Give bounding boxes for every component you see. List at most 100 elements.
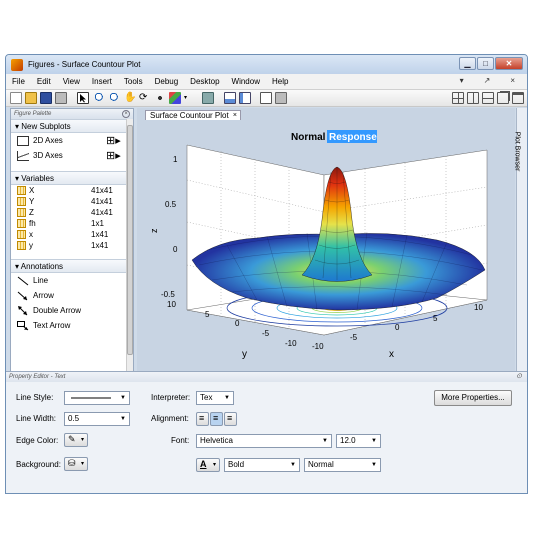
palette-scroll-thumb[interactable]	[127, 125, 133, 355]
chevron-down-icon: ▼	[371, 438, 377, 444]
interpreter-dropdown[interactable]: Tex ▼	[196, 391, 234, 405]
select-arrow-icon[interactable]	[77, 92, 89, 104]
line-icon	[17, 276, 29, 285]
font-name-dropdown[interactable]: Helvetica ▼	[196, 434, 332, 448]
save-icon[interactable]	[40, 92, 52, 104]
text-color-button[interactable]: A ▾	[196, 458, 220, 472]
legend-icon[interactable]	[239, 92, 251, 104]
chevron-down-icon: ▼	[120, 395, 126, 401]
variable-name: Y	[29, 197, 35, 206]
menu-insert[interactable]: Insert	[86, 77, 118, 86]
menu-dropdown-icon[interactable]: ▾	[454, 76, 470, 85]
rotate-3d-icon[interactable]: ⟳	[139, 92, 151, 104]
menu-desktop[interactable]: Desktop	[184, 77, 225, 86]
variable-icon	[17, 197, 26, 206]
interpreter-value: Tex	[200, 393, 213, 402]
menu-edit[interactable]: Edit	[31, 77, 57, 86]
line-width-dropdown[interactable]: 0.5 ▼	[64, 412, 130, 426]
variable-row[interactable]: Y 41x41	[11, 196, 133, 207]
y-tick-label: 0	[235, 319, 240, 328]
variable-row[interactable]: y 1x41	[11, 240, 133, 251]
menu-file[interactable]: File	[6, 77, 31, 86]
line-style-dropdown[interactable]: ▼	[64, 391, 130, 405]
annotation-arrow[interactable]: Arrow	[11, 288, 133, 303]
variables-header: Variables	[21, 174, 55, 183]
figure-palette-header: Figure Palette ×	[11, 109, 133, 119]
subplot-2d-axes[interactable]: 2D Axes ⊞▸	[11, 133, 133, 148]
text-color-icon: A	[200, 459, 207, 469]
font-weight-dropdown[interactable]: Bold ▼	[224, 458, 300, 472]
title-bar: Figures - Surface Countour Plot ▁ □ ✕	[6, 55, 527, 74]
brush-dropdown-icon[interactable]: ▾	[184, 92, 196, 104]
variable-row[interactable]: X 41x41	[11, 185, 133, 196]
float-layout-icon[interactable]	[497, 92, 509, 104]
x-tick-label: 0	[395, 323, 400, 332]
tile-layout-icon[interactable]	[452, 92, 464, 104]
plot-browser-label: Plot Browser	[513, 131, 521, 172]
interpreter-label: Interpreter:	[151, 393, 191, 402]
menu-view[interactable]: View	[57, 77, 86, 86]
maximize-button[interactable]: □	[477, 57, 494, 70]
variable-row[interactable]: x 1x41	[11, 229, 133, 240]
plot-browser-tab[interactable]: Plot Browser	[513, 108, 527, 415]
pan-hand-icon[interactable]: ✋	[124, 92, 136, 104]
link-plot-icon[interactable]	[202, 92, 214, 104]
figure-palette-title: Figure Palette	[14, 111, 52, 117]
new-figure-icon[interactable]	[10, 92, 22, 104]
data-cursor-icon[interactable]	[154, 92, 166, 104]
menu-window[interactable]: Window	[226, 77, 266, 86]
close-palette-icon[interactable]: ×	[122, 110, 130, 118]
align-right-button[interactable]: ≡	[224, 412, 237, 426]
variable-row[interactable]: fh 1x1	[11, 218, 133, 229]
undock-icon[interactable]: ↗	[478, 76, 497, 85]
menu-debug[interactable]: Debug	[149, 77, 185, 86]
hide-plot-tools-icon[interactable]	[260, 92, 272, 104]
zoom-out-icon[interactable]	[109, 92, 121, 104]
align-right-icon: ≡	[227, 413, 233, 423]
close-button[interactable]: ✕	[495, 57, 523, 70]
tab-label: Surface Countour Plot	[150, 111, 229, 120]
z-axis-label: z	[149, 228, 159, 233]
grid-layout-icon[interactable]: ⊞▸	[106, 134, 121, 147]
line-width-label: Line Width:	[16, 414, 57, 423]
background-color-button[interactable]: ⛁ ▾	[64, 457, 88, 471]
brush-icon[interactable]	[169, 92, 181, 104]
chevron-down-icon: ▼	[371, 462, 377, 468]
variable-row[interactable]: Z 41x41	[11, 207, 133, 218]
annotations-section[interactable]: ▾ Annotations	[11, 259, 133, 273]
font-size-dropdown[interactable]: 12.0 ▼	[336, 434, 381, 448]
menu-close-icon[interactable]: ×	[504, 76, 521, 85]
edge-color-button[interactable]: ✎ ▾	[64, 433, 88, 447]
colorbar-icon[interactable]	[224, 92, 236, 104]
annotation-double-arrow[interactable]: Double Arrow	[11, 303, 133, 318]
top-bottom-layout-icon[interactable]	[482, 92, 494, 104]
annotation-text-arrow[interactable]: Text Arrow	[11, 318, 133, 333]
menu-help[interactable]: Help	[266, 77, 294, 86]
align-center-button[interactable]: ≡	[210, 412, 223, 426]
x-tick-label: 5	[433, 314, 438, 323]
left-right-layout-icon[interactable]	[467, 92, 479, 104]
show-plot-tools-icon[interactable]	[275, 92, 287, 104]
font-angle-dropdown[interactable]: Normal ▼	[304, 458, 381, 472]
plot-title-highlight[interactable]: Response	[329, 132, 377, 143]
variable-size: 1x1	[91, 219, 104, 228]
variables-section[interactable]: ▾ Variables	[11, 171, 133, 185]
subplot-3d-axes[interactable]: 3D Axes ⊞▸	[11, 148, 133, 163]
new-subplots-section[interactable]: ▾ New Subplots	[11, 119, 133, 133]
annotation-line[interactable]: Line	[11, 273, 133, 288]
collapse-editor-icon[interactable]: ⊙	[516, 372, 522, 382]
grid-layout-3d-icon[interactable]: ⊞▸	[106, 149, 121, 162]
maximize-layout-icon[interactable]	[512, 92, 524, 104]
align-left-button[interactable]: ≡	[196, 412, 209, 426]
axes-3d-icon	[17, 150, 29, 161]
plot-title-normal[interactable]: Normal	[291, 132, 326, 143]
arrow-icon	[17, 291, 28, 300]
more-properties-button[interactable]: More Properties...	[434, 390, 512, 406]
open-file-icon[interactable]	[25, 92, 37, 104]
menu-tools[interactable]: Tools	[118, 77, 149, 86]
window-title: Figures - Surface Countour Plot	[28, 60, 141, 69]
zoom-in-icon[interactable]	[94, 92, 106, 104]
print-icon[interactable]	[55, 92, 67, 104]
minimize-button[interactable]: ▁	[459, 57, 476, 70]
variable-name: X	[29, 186, 35, 195]
